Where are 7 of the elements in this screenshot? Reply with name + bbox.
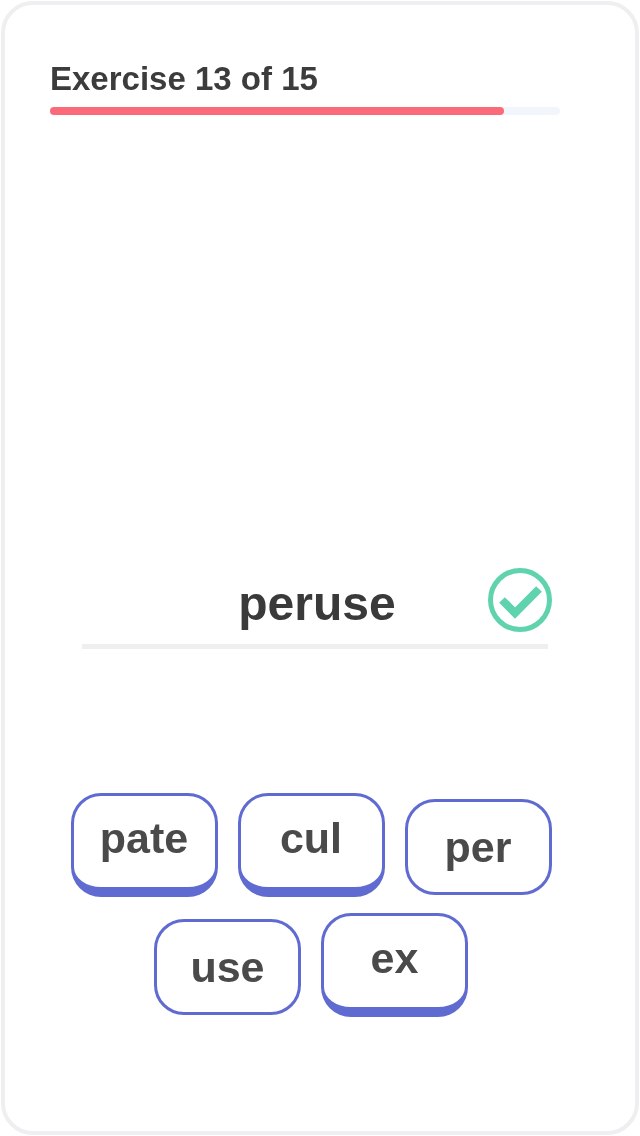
word-tile[interactable]: ex: [321, 913, 468, 1017]
exercise-title: Exercise 13 of 15: [50, 59, 318, 99]
answer-word: peruse: [238, 576, 396, 632]
word-tile[interactable]: pate: [70, 793, 218, 897]
word-tile[interactable]: per: [404, 799, 552, 895]
word-tile[interactable]: cul: [237, 793, 385, 897]
word-tile[interactable]: use: [154, 919, 301, 1015]
